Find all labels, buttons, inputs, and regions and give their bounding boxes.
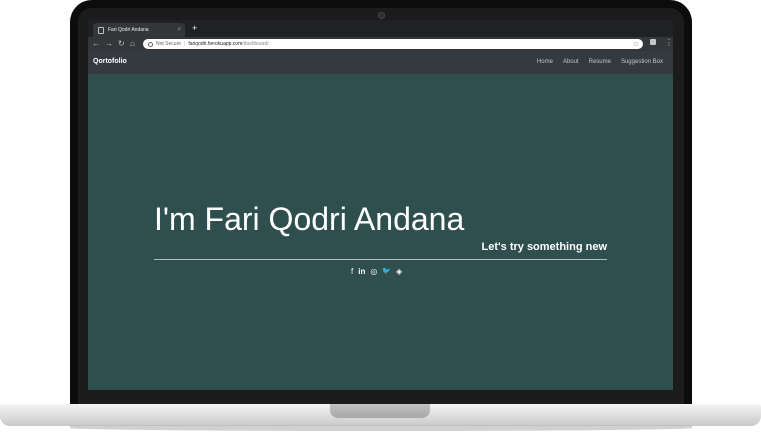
nav-link-home[interactable]: Home xyxy=(537,59,553,65)
url-path: /dashboard/ xyxy=(242,41,269,47)
bookmark-star-icon[interactable]: ☆ xyxy=(633,40,639,48)
tab-strip: Fari Qodri Andana × + xyxy=(88,20,673,37)
gitlab-icon[interactable]: ◈ xyxy=(396,267,402,276)
security-label: Not Secure xyxy=(156,41,182,47)
address-bar[interactable]: Not Secure | fariqodri.herokuapp.com /da… xyxy=(143,39,643,49)
browser-window: Fari Qodri Andana × + ← → ↻ ⌂ Not Secure… xyxy=(88,20,673,390)
new-tab-button[interactable]: + xyxy=(192,23,197,34)
close-tab-icon[interactable]: × xyxy=(177,27,181,33)
page-favicon-icon xyxy=(98,26,104,34)
camera-icon xyxy=(378,12,385,19)
nav-links: Home About Resume Suggestion Box xyxy=(537,59,663,65)
browser-menu-icon[interactable]: ⋮ xyxy=(665,37,673,49)
extension-icon[interactable] xyxy=(650,39,656,45)
nav-link-about[interactable]: About xyxy=(563,59,579,65)
reload-icon[interactable]: ↻ xyxy=(118,38,125,50)
laptop-notch xyxy=(330,404,430,418)
facebook-icon[interactable]: f xyxy=(351,267,353,276)
hero-title: I'm Fari Qodri Andana xyxy=(154,201,465,237)
instagram-icon[interactable]: ◎ xyxy=(370,267,377,276)
linkedin-icon[interactable]: in xyxy=(358,267,365,276)
back-icon[interactable]: ← xyxy=(92,38,100,50)
social-links: f in ◎ 🐦 ◈ xyxy=(351,267,402,276)
hero-subtitle: Let's try something new xyxy=(481,241,607,253)
nav-link-suggestion-box[interactable]: Suggestion Box xyxy=(621,59,663,65)
forward-icon[interactable]: → xyxy=(105,38,113,50)
browser-toolbar: ← → ↻ ⌂ Not Secure | fariqodri.herokuapp… xyxy=(88,37,673,51)
tab-title: Fari Qodri Andana xyxy=(108,27,149,33)
url-host: fariqodri.herokuapp.com xyxy=(188,41,243,47)
twitter-icon[interactable]: 🐦 xyxy=(382,267,391,276)
hero-divider xyxy=(154,259,607,260)
browser-tab[interactable]: Fari Qodri Andana × xyxy=(93,23,185,37)
home-icon[interactable]: ⌂ xyxy=(130,38,135,50)
nav-link-resume[interactable]: Resume xyxy=(589,59,611,65)
brand-logo[interactable]: Qortofolio xyxy=(93,58,127,65)
site-navbar: Qortofolio Home About Resume Suggestion … xyxy=(88,51,673,74)
address-separator: | xyxy=(184,41,186,47)
info-icon[interactable] xyxy=(148,41,153,47)
laptop-shadow xyxy=(70,425,692,431)
